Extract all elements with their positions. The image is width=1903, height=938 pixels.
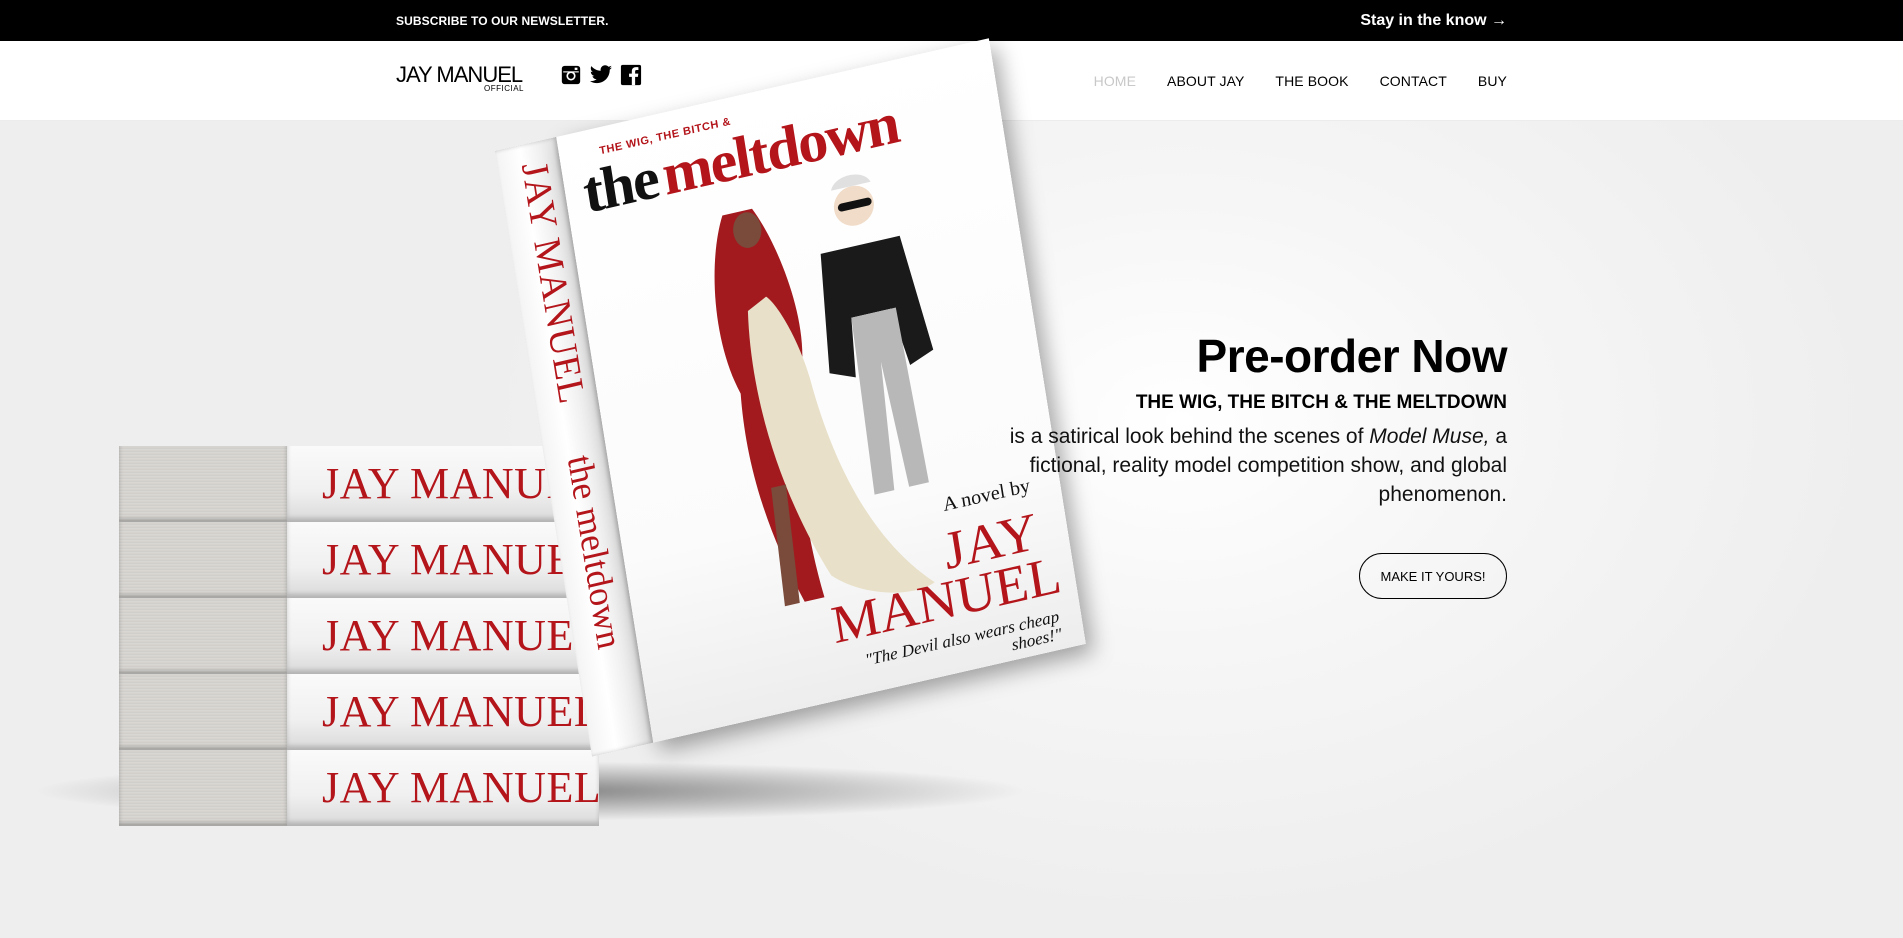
stay-in-the-know-link[interactable]: Stay in the know →: [1360, 12, 1507, 30]
newsletter-text[interactable]: SUBSCRIBE TO OUR NEWSLETTER.: [396, 14, 609, 28]
stack-spine-text: JAY MANUEL: [322, 687, 599, 736]
logo-text: JAY MANUEL: [396, 62, 523, 87]
nav-about-jay[interactable]: ABOUT JAY: [1167, 73, 1244, 89]
book-image: JAY MANUE JAY MANUEL JAY MANUEL JAY MANU…: [0, 38, 1903, 938]
stacked-book: JAY MANUEL: [119, 522, 599, 598]
twitter-icon[interactable]: [589, 63, 613, 87]
nav-the-book[interactable]: THE BOOK: [1275, 73, 1348, 89]
stacked-book: JAY MANUEL: [119, 598, 599, 674]
newsletter-bar: SUBSCRIBE TO OUR NEWSLETTER. Stay in the…: [0, 0, 1903, 41]
nav-buy[interactable]: BUY: [1478, 73, 1507, 89]
description-show-name: Model Muse,: [1369, 425, 1490, 448]
facebook-icon[interactable]: [619, 63, 643, 87]
site-logo[interactable]: JAY MANUEL OFFICIAL: [396, 64, 526, 98]
stacked-book: JAY MANUEL: [119, 674, 599, 750]
cover-title-the: the: [578, 144, 662, 226]
stack-spine-text: JAY MANUE: [322, 459, 574, 508]
stacked-book: JAY MANUEL: [119, 750, 599, 826]
hero-subheading: THE WIG, THE BITCH & THE MELTDOWN: [1135, 392, 1507, 413]
hero-description: is a satirical look behind the scenes of…: [947, 422, 1507, 509]
hero-heading: Pre-order Now: [1196, 330, 1508, 382]
social-links: [559, 63, 643, 87]
logo-subtext: OFFICIAL: [483, 84, 524, 93]
description-text-start: is a satirical look behind the scenes of: [1009, 425, 1370, 448]
hero-copy: Pre-order Now THE WIG, THE BITCH & THE M…: [947, 330, 1508, 509]
stacked-book: JAY MANUE: [119, 446, 599, 522]
make-it-yours-button[interactable]: MAKE IT YOURS!: [1359, 553, 1507, 599]
stack-spine-text: JAY MANUEL: [322, 611, 599, 660]
hero-section: JAY MANUE JAY MANUEL JAY MANUEL JAY MANU…: [0, 38, 1903, 938]
stack-spine-text: JAY MANUEL: [322, 763, 599, 812]
main-nav: HOME ABOUT JAY THE BOOK CONTACT BUY: [1094, 41, 1507, 121]
instagram-icon[interactable]: [559, 63, 583, 87]
nav-contact[interactable]: CONTACT: [1380, 73, 1447, 89]
nav-home[interactable]: HOME: [1094, 73, 1136, 89]
